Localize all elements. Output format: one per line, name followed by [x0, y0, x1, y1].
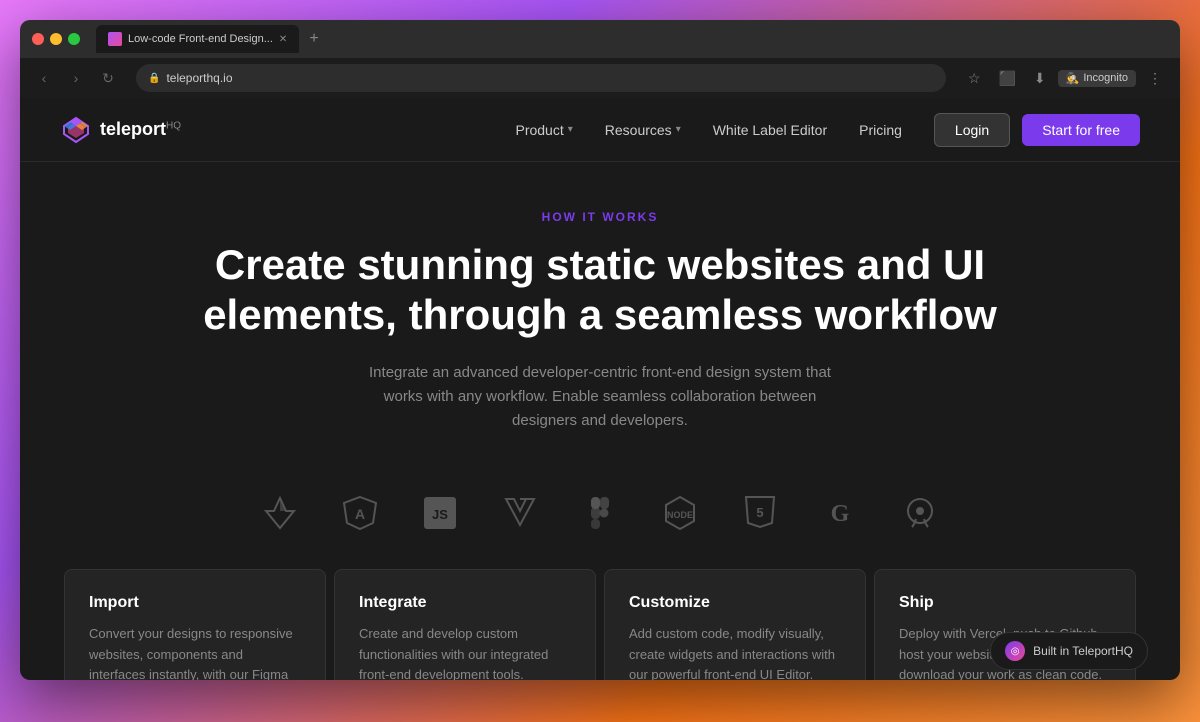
site-navigation: teleportHQ Product ▾ Resources ▾ White L…	[20, 98, 1180, 162]
ship-card-title: Ship	[899, 594, 1111, 612]
javascript-icon: JS	[416, 489, 464, 537]
built-badge-icon: ◎	[1005, 641, 1025, 661]
traffic-lights	[32, 33, 80, 45]
nav-resources[interactable]: Resources ▾	[605, 122, 681, 138]
nav-white-label[interactable]: White Label Editor	[713, 122, 827, 138]
minimize-window-button[interactable]	[50, 33, 62, 45]
hero-tag: HOW IT WORKS	[60, 210, 1140, 224]
start-free-button[interactable]: Start for free	[1022, 114, 1140, 146]
url-text: teleporthq.io	[166, 71, 232, 85]
download-button[interactable]: ⬇	[1028, 68, 1052, 89]
resources-chevron-icon: ▾	[676, 124, 681, 135]
built-badge-label: Built in TeleportHQ	[1033, 644, 1133, 658]
maximize-window-button[interactable]	[68, 33, 80, 45]
import-card-desc: Convert your designs to responsive websi…	[89, 624, 301, 680]
customize-card-title: Customize	[629, 594, 841, 612]
nav-actions: Login Start for free	[934, 113, 1140, 147]
import-card: Import Convert your designs to responsiv…	[64, 569, 326, 680]
customize-card: Customize Add custom code, modify visual…	[604, 569, 866, 680]
import-card-title: Import	[89, 594, 301, 612]
github-icon	[896, 489, 944, 537]
nodejs-icon: NODE	[656, 489, 704, 537]
tab-favicon	[108, 32, 122, 46]
angular-icon: A	[336, 489, 384, 537]
feature-cards: Import Convert your designs to responsiv…	[60, 569, 1140, 680]
new-tab-button[interactable]: +	[303, 30, 324, 48]
lock-icon: 🔒	[148, 73, 160, 84]
login-button[interactable]: Login	[934, 113, 1010, 147]
svg-text:G: G	[831, 501, 850, 527]
incognito-label: Incognito	[1083, 72, 1128, 84]
hero-subtitle: Integrate an advanced developer-centric …	[350, 361, 850, 433]
browser-toolbar: ‹ › ↻ 🔒 teleporthq.io ☆ ⬛ ⬇ 🕵 Incognito …	[20, 58, 1180, 98]
tab-bar: Low-code Front-end Design... ✕ +	[96, 25, 1168, 53]
customize-card-desc: Add custom code, modify visually, create…	[629, 624, 841, 680]
hero-title: Create stunning static websites and UI e…	[200, 240, 1000, 341]
built-in-badge: ◎ Built in TeleportHQ	[990, 632, 1148, 670]
address-bar[interactable]: 🔒 teleporthq.io	[136, 64, 946, 92]
refresh-button[interactable]: ↻	[96, 66, 120, 90]
site-logo[interactable]: teleportHQ	[60, 114, 181, 146]
figma-icon	[576, 489, 624, 537]
vue-icon	[496, 489, 544, 537]
svg-text:NODE: NODE	[667, 510, 693, 520]
browser-titlebar: Low-code Front-end Design... ✕ +	[20, 20, 1180, 58]
tab-title: Low-code Front-end Design...	[128, 33, 273, 45]
website-content: teleportHQ Product ▾ Resources ▾ White L…	[20, 98, 1180, 680]
active-tab[interactable]: Low-code Front-end Design... ✕	[96, 25, 299, 53]
logo-icon	[60, 114, 92, 146]
logo-text: teleportHQ	[100, 119, 181, 140]
product-chevron-icon: ▾	[568, 124, 573, 135]
extensions-button[interactable]: ⬛	[992, 68, 1021, 89]
bookmark-button[interactable]: ☆	[962, 68, 987, 89]
incognito-icon: 🕵	[1066, 72, 1080, 85]
svg-text:5: 5	[756, 505, 763, 520]
hero-section: HOW IT WORKS Create stunning static webs…	[20, 162, 1180, 465]
nav-links: Product ▾ Resources ▾ White Label Editor…	[515, 122, 901, 138]
menu-button[interactable]: ⋮	[1142, 68, 1168, 89]
tab-close-button[interactable]: ✕	[279, 34, 287, 45]
google-icon: G	[816, 489, 864, 537]
gitlab-icon	[256, 489, 304, 537]
back-button[interactable]: ‹	[32, 66, 56, 90]
svg-text:JS: JS	[432, 507, 448, 522]
integrate-card-title: Integrate	[359, 594, 571, 612]
nav-pricing[interactable]: Pricing	[859, 122, 902, 138]
html5-icon: 5	[736, 489, 784, 537]
svg-text:A: A	[355, 506, 365, 522]
integrate-card: Integrate Create and develop custom func…	[334, 569, 596, 680]
toolbar-actions: ☆ ⬛ ⬇ 🕵 Incognito ⋮	[962, 68, 1168, 89]
integrate-card-desc: Create and develop custom functionalitie…	[359, 624, 571, 680]
tech-logos: A JS NODE	[20, 465, 1180, 561]
close-window-button[interactable]	[32, 33, 44, 45]
incognito-badge: 🕵 Incognito	[1058, 70, 1136, 87]
nav-product[interactable]: Product ▾	[515, 122, 572, 138]
forward-button[interactable]: ›	[64, 66, 88, 90]
